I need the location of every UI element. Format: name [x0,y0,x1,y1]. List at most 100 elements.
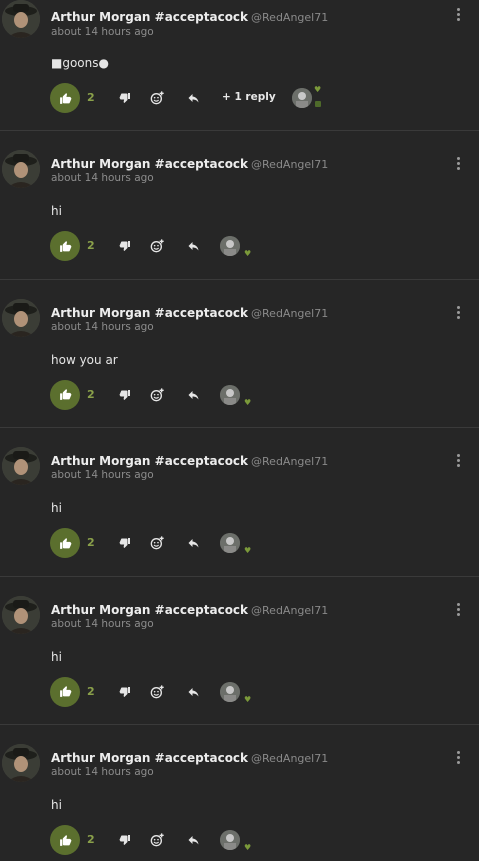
comment-feed: Arthur Morgan #acceptacock @RedAngel71 ab… [0,0,479,861]
liker-avatar[interactable] [292,88,312,108]
dislike-button[interactable] [116,237,134,255]
like-count: 2 [87,833,95,846]
thumbs-down-icon [119,241,130,252]
author-avatar[interactable] [2,298,40,337]
author-avatar[interactable] [2,447,40,485]
comment: Arthur Morgan #acceptacock @RedAngel71 ab… [0,0,479,131]
more-options-icon[interactable] [457,751,461,765]
more-options-icon[interactable] [457,8,461,22]
liker-avatar[interactable] [220,236,240,256]
like-button[interactable] [50,528,80,558]
thumbs-down-icon [119,835,130,846]
reply-button[interactable] [184,386,202,404]
like-count: 2 [87,387,95,401]
comment-actions: 2 ♥ [50,231,350,261]
like-button[interactable] [50,825,80,855]
liker-avatar[interactable] [220,830,240,850]
author-name[interactable]: Arthur Morgan #acceptacock [51,603,248,617]
like-count: 2 [87,536,95,549]
comment-header: Arthur Morgan #acceptacock @RedAngel71 [51,599,328,618]
dislike-button[interactable] [116,386,134,404]
heart-icon: ♥ [244,694,252,704]
add-emoji-icon [150,387,164,401]
comment-text: hi [51,204,62,218]
dislike-button[interactable] [116,534,134,552]
comment-timestamp: about 14 hours ago [51,617,154,630]
liker-avatar[interactable] [220,681,240,702]
view-replies-link[interactable]: + 1 reply [222,91,276,103]
thumbs-down-icon [119,93,130,104]
add-reaction-button[interactable] [148,386,166,404]
like-count: 2 [87,684,95,698]
like-count: 2 [87,91,95,104]
add-emoji-icon [150,536,164,550]
comment: Arthur Morgan #acceptacock @RedAngel71 ab… [0,280,479,428]
badge-icon [315,101,321,107]
more-options-icon[interactable] [457,305,461,320]
reply-button[interactable] [184,534,202,552]
author-avatar[interactable] [2,0,40,38]
comment-header: Arthur Morgan #acceptacock @RedAngel71 [51,153,328,172]
thumbs-down-icon [119,538,130,549]
comment-actions: 2 ♥ [50,528,350,558]
author-name[interactable]: Arthur Morgan #acceptacock [51,751,248,765]
author-handle[interactable]: @RedAngel71 [251,11,328,24]
author-name[interactable]: Arthur Morgan #acceptacock [51,454,248,468]
more-options-icon[interactable] [457,157,461,171]
heart-icon: ♥ [244,249,252,258]
reply-button[interactable] [184,237,202,255]
author-handle[interactable]: @RedAngel71 [251,752,328,765]
author-handle[interactable]: @RedAngel71 [251,604,328,617]
author-handle[interactable]: @RedAngel71 [251,307,328,320]
add-reaction-button[interactable] [148,683,166,701]
comment: Arthur Morgan #acceptacock @RedAngel71 ab… [0,725,479,861]
more-options-icon[interactable] [457,602,461,617]
add-reaction-button[interactable] [148,237,166,255]
add-reaction-button[interactable] [148,831,166,849]
reply-arrow-icon [188,539,198,548]
heart-icon: ♥ [244,397,252,407]
comment-actions: 2 ♥ [50,676,350,707]
dislike-button[interactable] [116,831,134,849]
author-handle[interactable]: @RedAngel71 [251,158,328,171]
add-reaction-button[interactable] [148,89,166,107]
like-button[interactable] [50,676,80,707]
comment-actions: 2 ♥ [50,825,350,855]
comment: Arthur Morgan #acceptacock @RedAngel71 ab… [0,577,479,725]
comment-timestamp: about 14 hours ago [51,172,154,184]
reply-button[interactable] [184,831,202,849]
thumbs-up-icon [59,92,71,104]
comment-timestamp: about 14 hours ago [51,766,154,778]
reply-button[interactable] [184,89,202,107]
author-name[interactable]: Arthur Morgan #acceptacock [51,306,248,320]
comment-timestamp: about 14 hours ago [51,320,154,333]
reply-arrow-icon [188,94,198,103]
author-handle[interactable]: @RedAngel71 [251,455,328,468]
liker-avatar[interactable] [220,384,240,405]
author-name[interactable]: Arthur Morgan #acceptacock [51,157,248,171]
thumbs-up-icon [59,389,71,400]
comment-text: ■goons● [51,56,109,70]
thumbs-up-icon [59,686,71,697]
dislike-button[interactable] [116,683,134,701]
author-avatar[interactable] [2,595,40,634]
like-button[interactable] [50,83,80,113]
thumbs-down-icon [119,389,130,400]
reply-button[interactable] [184,683,202,701]
dislike-button[interactable] [116,89,134,107]
like-button[interactable] [50,379,80,410]
more-options-icon[interactable] [457,454,461,468]
thumbs-down-icon [119,686,130,697]
thumbs-up-icon [59,240,71,252]
author-avatar[interactable] [2,744,40,782]
author-avatar[interactable] [2,150,40,188]
add-reaction-button[interactable] [148,534,166,552]
reply-arrow-icon [188,836,198,845]
author-name[interactable]: Arthur Morgan #acceptacock [51,10,248,24]
heart-icon: ♥ [314,85,322,94]
add-emoji-icon [150,684,164,698]
comment-timestamp: about 14 hours ago [51,469,154,481]
liker-avatar[interactable] [220,533,240,553]
like-button[interactable] [50,231,80,261]
like-count: 2 [87,239,95,252]
